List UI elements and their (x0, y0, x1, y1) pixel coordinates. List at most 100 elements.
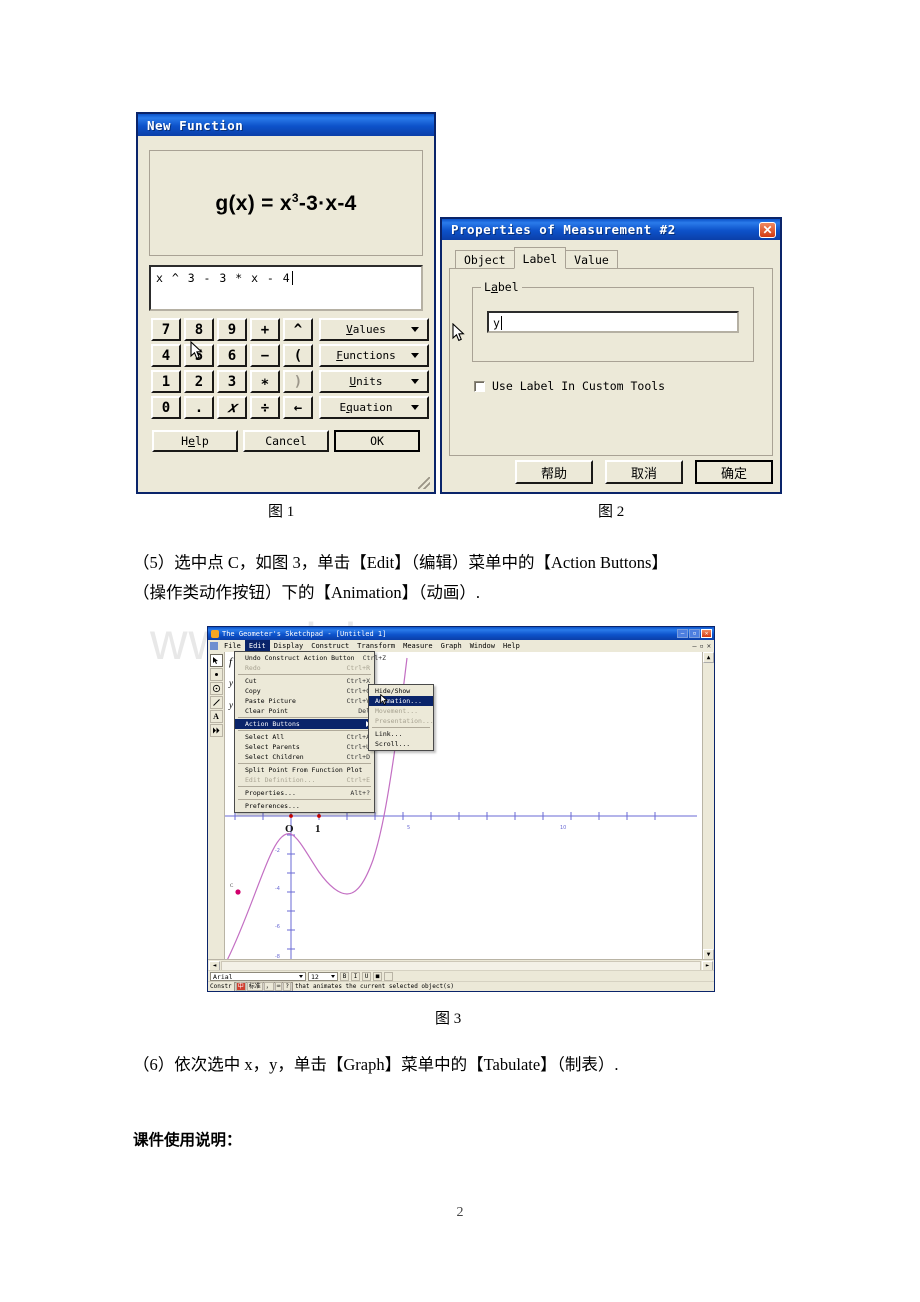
mdi-minimize-icon[interactable]: – (692, 642, 696, 650)
point-tool-icon[interactable] (209, 668, 223, 681)
menu-item-undo[interactable]: Undo Construct Action Button Ctrl+Z (235, 653, 386, 663)
menu-separator (238, 730, 371, 731)
tab-value[interactable]: Value (565, 250, 618, 269)
menu-item-edit-definition-label: Edit Definition... (245, 776, 316, 784)
arrow-tool-icon[interactable] (209, 654, 223, 667)
key-backspace[interactable]: ← (283, 396, 313, 419)
properties-title: Properties of Measurement #2 (451, 222, 676, 237)
font-family-select[interactable]: Arial (210, 972, 306, 981)
text-color-icon[interactable]: ■ (373, 972, 382, 981)
ime-help-icon[interactable]: ? (283, 982, 291, 991)
paragraph-5: （5）选中点 C，如图 3，单击【Edit】（编辑）菜单中的【Action Bu… (133, 548, 793, 608)
units-dropdown[interactable]: Units (319, 370, 429, 393)
label-input[interactable]: y (487, 311, 739, 333)
key-4[interactable]: 4 (151, 344, 181, 367)
new-function-titlebar[interactable]: New Function (138, 114, 434, 136)
cancel-button[interactable]: Cancel (243, 430, 329, 452)
resize-grip-icon[interactable] (418, 477, 430, 489)
key-8[interactable]: 8 (184, 318, 214, 341)
functions-dropdown[interactable]: Functions (319, 344, 429, 367)
menu-item-split-point[interactable]: Split Point From Function Plot (235, 765, 374, 775)
help-button[interactable]: He lp (152, 430, 238, 452)
mdi-close-icon[interactable]: ✕ (707, 642, 711, 650)
submenu-item-hide-show[interactable]: Hide/Show (369, 686, 433, 696)
vertical-scrollbar[interactable]: ▲ ▼ (702, 652, 714, 960)
close-icon[interactable]: ✕ (701, 629, 712, 638)
key-caret[interactable]: ^ (283, 318, 313, 341)
chevron-down-icon (411, 353, 419, 358)
equation-format-icon[interactable] (384, 972, 393, 981)
menu-item-cut[interactable]: Cut Ctrl+X (235, 676, 374, 686)
menu-item-select-parents[interactable]: Select Parents Ctrl+U (235, 742, 374, 752)
text-tool-icon[interactable]: A (209, 710, 223, 723)
mdi-restore-icon[interactable]: ▫ (700, 642, 704, 650)
document-icon[interactable] (210, 642, 218, 650)
submenu-item-link[interactable]: Link... (369, 729, 433, 739)
menu-item-preferences[interactable]: Preferences... (235, 801, 374, 811)
key-grid: 7 8 9 + ^ 4 5 6 − ( 1 2 3 ∗ ) 0 . (151, 318, 313, 419)
key-variable-x[interactable]: 𝑥 (217, 396, 247, 419)
key-divide[interactable]: ÷ (250, 396, 280, 419)
key-9[interactable]: 9 (217, 318, 247, 341)
cancel-button-cn[interactable]: 取消 (605, 460, 683, 484)
menu-item-select-children[interactable]: Select Children Ctrl+D (235, 752, 374, 762)
values-dropdown-label: Values (346, 323, 386, 336)
key-decimal[interactable]: . (184, 396, 214, 419)
menu-help[interactable]: Help (499, 640, 524, 652)
ok-button[interactable]: OK (333, 429, 421, 453)
minimize-icon[interactable]: – (677, 629, 688, 638)
key-7[interactable]: 7 (151, 318, 181, 341)
use-label-checkbox[interactable] (474, 380, 485, 392)
scroll-up-icon[interactable]: ▲ (703, 652, 714, 663)
ime-softkeyboard-icon[interactable]: ⌨ (274, 982, 283, 991)
key-plus[interactable]: + (250, 318, 280, 341)
maximize-icon[interactable]: ▫ (689, 629, 700, 638)
equation-dropdown[interactable]: Equation (319, 396, 429, 419)
use-label-in-custom-tools-row[interactable]: Use Label In Custom Tools (474, 379, 665, 393)
key-3[interactable]: 3 (217, 370, 247, 393)
key-open-paren[interactable]: ( (283, 344, 313, 367)
values-dropdown[interactable]: Values (319, 318, 429, 341)
ime-punctuation-icon[interactable]: ， (263, 982, 274, 991)
properties-client: Object Label Value Label y Use Label In … (442, 240, 780, 484)
menu-item-copy[interactable]: Copy Ctrl+C (235, 686, 374, 696)
key-1[interactable]: 1 (151, 370, 181, 393)
submenu-item-animation[interactable]: Animation... (369, 696, 433, 706)
tab-object[interactable]: Object (455, 250, 515, 269)
ok-button-cn[interactable]: 确定 (695, 460, 773, 484)
menu-item-select-children-shortcut: Ctrl+D (346, 753, 370, 761)
menu-item-action-buttons[interactable]: Action Buttons (235, 719, 374, 729)
segment-tool-icon[interactable] (209, 696, 223, 709)
key-minus[interactable]: − (250, 344, 280, 367)
menu-measure[interactable]: Measure (399, 640, 437, 652)
help-button-cn[interactable]: 帮助 (515, 460, 593, 484)
menu-item-properties[interactable]: Properties... Alt+? (235, 788, 374, 798)
chevron-down-icon (411, 405, 419, 410)
menu-item-select-all[interactable]: Select All Ctrl+A (235, 732, 374, 742)
menu-item-paste-picture[interactable]: Paste Picture Ctrl+V (235, 696, 374, 706)
underline-icon[interactable]: U (362, 972, 371, 981)
circle-tool-icon[interactable] (209, 682, 223, 695)
properties-titlebar[interactable]: Properties of Measurement #2 ✕ (442, 219, 780, 240)
tab-label[interactable]: Label (513, 247, 567, 269)
close-icon[interactable]: ✕ (759, 221, 776, 238)
menu-separator (238, 786, 371, 787)
key-0[interactable]: 0 (151, 396, 181, 419)
sketchpad-titlebar[interactable]: The Geometer's Sketchpad - [Untitled 1] … (208, 627, 714, 640)
font-size-select[interactable]: 12 (308, 972, 338, 981)
key-2[interactable]: 2 (184, 370, 214, 393)
menu-item-clear-point[interactable]: Clear Point Del (235, 706, 374, 716)
menu-window[interactable]: Window (466, 640, 499, 652)
bold-icon[interactable]: B (340, 972, 349, 981)
ime-logo-icon[interactable]: 中 (235, 982, 246, 991)
ime-mode-label[interactable]: 标准 (246, 982, 263, 991)
menu-graph[interactable]: Graph (437, 640, 466, 652)
italic-icon[interactable]: I (351, 972, 360, 981)
custom-tool-icon[interactable] (209, 724, 223, 737)
key-6[interactable]: 6 (217, 344, 247, 367)
ime-toolbar[interactable]: 中 标准 ， ⌨ ? (233, 981, 293, 991)
key-close-paren[interactable]: ) (283, 370, 313, 393)
submenu-item-scroll[interactable]: Scroll... (369, 739, 433, 749)
key-multiply[interactable]: ∗ (250, 370, 280, 393)
expression-input[interactable]: x ^ 3 - 3 * x - 4 (149, 265, 423, 311)
